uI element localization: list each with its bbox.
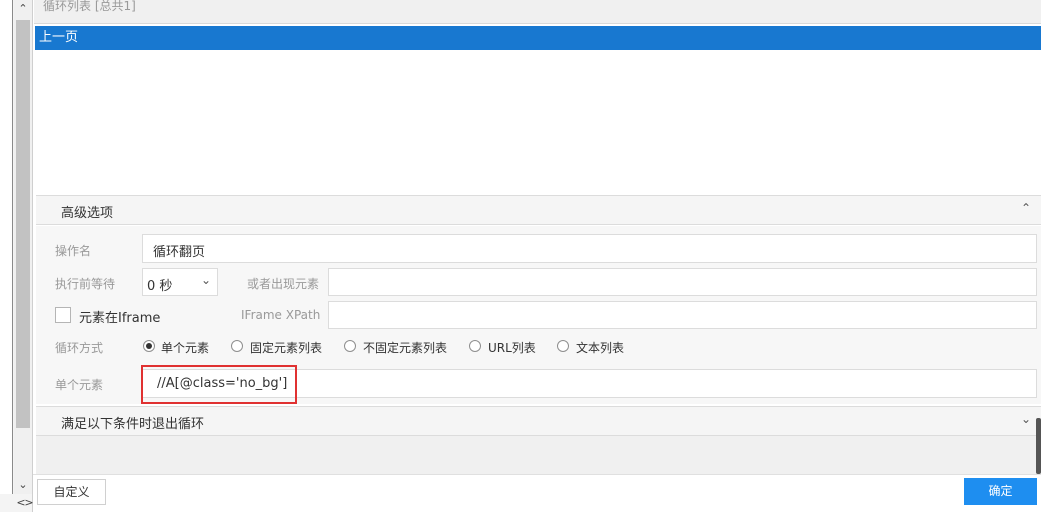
iframe-checkbox-label: 元素在Iframe <box>79 311 161 326</box>
advanced-options-title: 高级选项 <box>61 206 114 221</box>
scroll-down-icon[interactable]: ⌄ <box>14 478 32 491</box>
right-scrollbar-thumb[interactable] <box>1036 418 1041 474</box>
loop-mode-radio-single[interactable] <box>143 340 155 352</box>
custom-button[interactable]: 自定义 <box>37 479 106 505</box>
loop-mode-radio-unfixed[interactable] <box>344 340 356 352</box>
wait-value: 0 秒 <box>147 279 173 294</box>
wait-label: 执行前等待 <box>55 277 116 291</box>
loop-list-header <box>34 0 1041 24</box>
operation-name-value: 循环翻页 <box>153 245 206 260</box>
or-element-input[interactable] <box>328 268 1037 296</box>
iframe-xpath-label: IFrame XPath <box>241 308 321 322</box>
loop-mode-label-url: URL列表 <box>488 341 536 355</box>
loop-mode-label-unfixed: 不固定元素列表 <box>363 341 448 355</box>
iframe-xpath-input[interactable] <box>328 301 1037 329</box>
loop-list-title: 循环列表 [总共1] <box>43 0 136 13</box>
ok-button[interactable]: 确定 <box>964 478 1037 505</box>
highlight-box <box>141 365 297 404</box>
chevron-up-icon[interactable]: ⌃ <box>1021 201 1031 215</box>
or-element-label: 或者出现元素 <box>247 277 320 291</box>
left-panel-edge <box>0 0 13 494</box>
scroll-up-icon[interactable]: ⌃ <box>14 2 32 15</box>
advanced-options-header[interactable]: 高级选项 ⌃ <box>36 195 1041 225</box>
wait-select[interactable]: 0 秒 ⌄ <box>142 268 218 296</box>
list-item[interactable]: 上一页 <box>35 26 1041 50</box>
dialog-footer <box>33 474 1041 512</box>
loop-list-area <box>35 50 1041 194</box>
left-scrollbar-thumb[interactable] <box>16 20 30 428</box>
loop-mode-radio-fixed[interactable] <box>231 340 243 352</box>
empty-panel-area <box>36 436 1041 474</box>
chevron-down-icon[interactable]: ⌄ <box>1021 412 1031 426</box>
exit-conditions-header[interactable]: 满足以下条件时退出循环 ⌄ <box>36 406 1041 436</box>
exit-conditions-title: 满足以下条件时退出循环 <box>61 417 205 432</box>
single-element-label: 单个元素 <box>55 378 104 392</box>
loop-mode-label: 循环方式 <box>55 341 104 355</box>
loop-mode-label-single: 单个元素 <box>161 341 210 355</box>
loop-mode-radio-text[interactable] <box>557 340 569 352</box>
loop-mode-radio-url[interactable] <box>469 340 481 352</box>
iframe-checkbox[interactable] <box>55 307 71 323</box>
loop-mode-label-text: 文本列表 <box>576 341 625 355</box>
chevron-down-icon: ⌄ <box>200 273 211 287</box>
loop-mode-label-fixed: 固定元素列表 <box>250 341 323 355</box>
operation-name-label: 操作名 <box>55 244 92 258</box>
operation-name-input[interactable]: 循环翻页 <box>142 234 1037 263</box>
